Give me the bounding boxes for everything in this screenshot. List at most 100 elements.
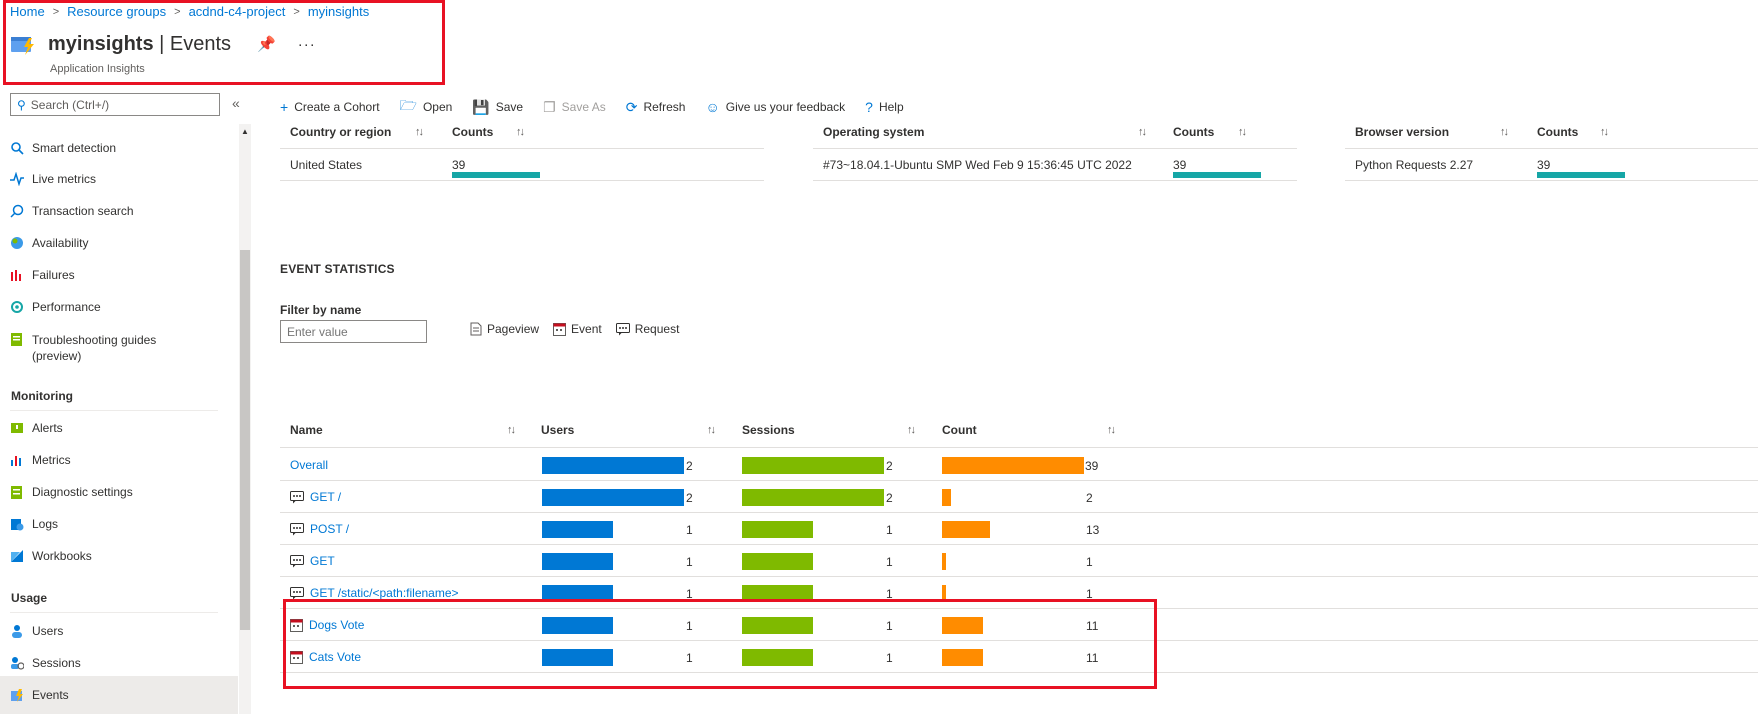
save-button[interactable]: 💾 Save xyxy=(472,99,523,116)
legend-event: Event xyxy=(553,322,602,336)
sidebar-item-troubleshooting[interactable]: Troubleshooting guides (preview) xyxy=(10,332,156,364)
sidebar-item-users[interactable]: Users xyxy=(10,624,63,638)
country-count-bar xyxy=(452,172,540,178)
sort-icon[interactable]: ↑↓ xyxy=(516,126,525,138)
sessions-column-header[interactable]: Sessions xyxy=(742,423,795,437)
event-name-link[interactable]: GET / xyxy=(310,490,341,504)
workbooks-icon xyxy=(10,549,24,563)
request-icon xyxy=(290,554,304,568)
sessions-icon xyxy=(10,656,25,670)
event-name-cell[interactable]: Overall xyxy=(290,458,328,472)
event-name-cell[interactable]: GET / xyxy=(290,490,341,504)
count-bar xyxy=(942,553,946,570)
save-as-button[interactable]: ❐ Save As xyxy=(543,99,606,116)
name-column-header[interactable]: Name xyxy=(290,423,323,437)
event-name-link[interactable]: POST / xyxy=(310,522,349,536)
country-value: United States xyxy=(290,158,363,172)
refresh-icon: ⟳ xyxy=(625,98,638,115)
event-name-link[interactable]: GET xyxy=(310,554,335,568)
browser-column-header[interactable]: Browser version xyxy=(1355,125,1449,139)
sidebar-heading-usage: Usage xyxy=(11,591,48,605)
table-divider xyxy=(280,447,1758,448)
sort-icon[interactable]: ↑↓ xyxy=(1500,126,1509,138)
event-name-link[interactable]: Overall xyxy=(290,458,328,472)
users-bar xyxy=(542,489,684,506)
sidebar-item-diagnostic-settings[interactable]: Diagnostic settings xyxy=(10,485,133,499)
sessions-bar xyxy=(742,457,884,474)
copy-icon: ❐ xyxy=(543,98,556,115)
failures-icon xyxy=(10,268,24,282)
sidebar-item-workbooks[interactable]: Workbooks xyxy=(10,549,92,563)
sidebar-scrollbar-thumb[interactable] xyxy=(240,250,250,630)
guide-icon xyxy=(10,332,24,346)
count-value: 39 xyxy=(1085,459,1099,473)
os-value: #73~18.04.1-Ubuntu SMP Wed Feb 9 15:36:4… xyxy=(823,158,1132,172)
events-icon xyxy=(10,688,24,702)
sort-icon[interactable]: ↑↓ xyxy=(1138,126,1147,138)
browser-value: Python Requests 2.27 xyxy=(1355,158,1474,172)
event-type-legend: Pageview Event Request xyxy=(470,322,679,336)
sort-icon[interactable]: ↑↓ xyxy=(707,424,716,436)
open-button[interactable]: 🗁 Open xyxy=(400,95,453,119)
users-bar xyxy=(542,457,684,474)
counts-column-header[interactable]: Counts xyxy=(1537,125,1578,139)
users-value: 2 xyxy=(686,491,693,505)
help-icon: ? xyxy=(865,99,873,115)
count-value: 13 xyxy=(1086,523,1100,537)
event-name-cell[interactable]: POST / xyxy=(290,522,349,536)
request-icon xyxy=(290,490,304,504)
feedback-button[interactable]: ☺ Give us your feedback xyxy=(705,99,845,115)
sort-icon[interactable]: ↑↓ xyxy=(1600,126,1609,138)
event-name-link[interactable]: GET /static/<path:filename> xyxy=(310,586,459,600)
create-cohort-button[interactable]: + Create a Cohort xyxy=(280,99,380,115)
metrics-icon xyxy=(10,453,24,467)
sidebar-item-alerts[interactable]: Alerts xyxy=(10,421,63,435)
legend-request: Request xyxy=(615,322,679,336)
sidebar-item-live-metrics[interactable]: Live metrics xyxy=(10,171,96,187)
users-value: 1 xyxy=(686,523,693,537)
sidebar-item-metrics[interactable]: Metrics xyxy=(10,453,71,467)
filter-by-name-input[interactable] xyxy=(280,320,427,343)
sort-icon[interactable]: ↑↓ xyxy=(1107,424,1116,436)
diagnostic-icon xyxy=(10,485,24,499)
collapse-sidebar-icon[interactable]: « xyxy=(232,95,240,111)
row-divider xyxy=(280,544,1758,545)
sidebar-item-sessions[interactable]: Sessions xyxy=(10,656,81,670)
help-button[interactable]: ? Help xyxy=(865,99,903,115)
country-column-header[interactable]: Country or region xyxy=(290,125,391,139)
sort-icon[interactable]: ↑↓ xyxy=(907,424,916,436)
sidebar-item-performance[interactable]: Performance xyxy=(10,300,101,314)
counts-column-header[interactable]: Counts xyxy=(1173,125,1214,139)
row-divider xyxy=(280,576,1758,577)
event-name-cell[interactable]: GET xyxy=(290,554,335,568)
search-icon: ⚲ xyxy=(17,97,26,112)
users-icon xyxy=(10,624,24,638)
table-divider xyxy=(1345,148,1758,149)
sidebar-item-availability[interactable]: Availability xyxy=(10,236,88,250)
sort-icon[interactable]: ↑↓ xyxy=(415,126,424,138)
sidebar-item-smart-detection[interactable]: Smart detection xyxy=(10,141,116,155)
sort-icon[interactable]: ↑↓ xyxy=(1238,126,1247,138)
os-column-header[interactable]: Operating system xyxy=(823,125,924,139)
count-column-header[interactable]: Count xyxy=(942,423,977,437)
sidebar-search-input[interactable]: ⚲ Search (Ctrl+/) xyxy=(10,93,220,116)
sidebar-item-logs[interactable]: Logs xyxy=(10,517,58,531)
scroll-up-icon[interactable]: ▲ xyxy=(241,127,249,136)
event-name-cell[interactable]: GET /static/<path:filename> xyxy=(290,586,459,600)
event-icon xyxy=(553,322,567,336)
sidebar-item-transaction-search[interactable]: Transaction search xyxy=(10,204,134,218)
sort-icon[interactable]: ↑↓ xyxy=(507,424,516,436)
refresh-button[interactable]: ⟳ Refresh xyxy=(626,99,686,116)
sidebar-heading-monitoring: Monitoring xyxy=(11,389,73,403)
sidebar-item-events[interactable]: Events xyxy=(10,688,69,702)
request-icon xyxy=(290,522,304,536)
table-divider xyxy=(1345,180,1758,181)
sessions-value: 2 xyxy=(886,491,893,505)
globe-icon xyxy=(10,236,24,250)
users-column-header[interactable]: Users xyxy=(541,423,574,437)
table-divider xyxy=(280,180,764,181)
smart-detection-icon xyxy=(10,141,24,155)
sidebar-item-failures[interactable]: Failures xyxy=(10,268,75,282)
users-bar xyxy=(542,521,613,538)
counts-column-header[interactable]: Counts xyxy=(452,125,493,139)
